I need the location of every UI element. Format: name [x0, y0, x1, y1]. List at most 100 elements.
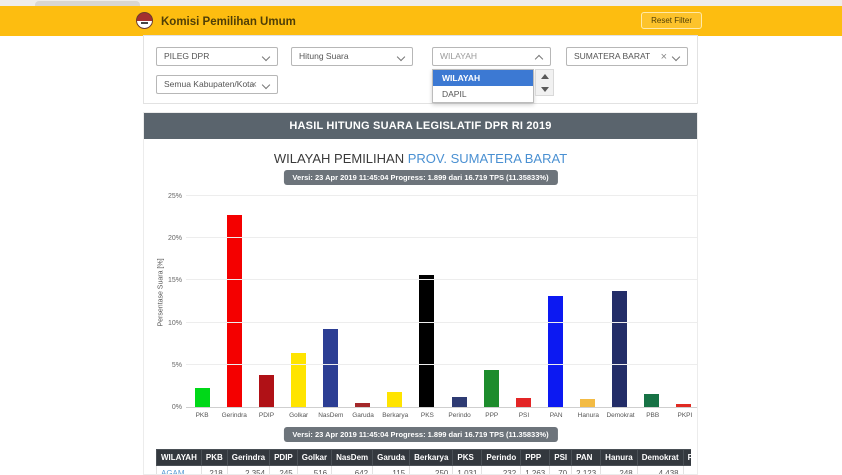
bar-pan[interactable] — [548, 296, 563, 407]
bar-slot — [282, 197, 314, 407]
table-header-pbb: PBB — [683, 450, 691, 466]
bar-garuda[interactable] — [355, 403, 370, 407]
version-badge-top: Versi: 23 Apr 2019 11:45:04 Progress: 1.… — [283, 170, 557, 185]
x-axis-label-pdip: PDIP — [250, 412, 282, 419]
results-table: WILAYAHPKBGerindraPDIPGolkarNasDemGaruda… — [156, 449, 691, 475]
table-cell: 245 — [270, 466, 298, 475]
chevron-down-icon — [672, 53, 680, 61]
bar-slot — [379, 197, 411, 407]
bar-pkpi[interactable] — [676, 404, 691, 407]
gridline — [186, 195, 698, 196]
chevron-up-icon — [535, 55, 543, 63]
hitung-suara-select[interactable]: Hitung Suara — [291, 47, 413, 66]
bar-demokrat[interactable] — [612, 291, 627, 407]
gridline — [186, 364, 698, 365]
scroll-down-icon[interactable] — [536, 83, 553, 96]
table-header-pdip: PDIP — [270, 450, 298, 466]
bar-slot — [250, 197, 282, 407]
table-row: AGAM2182.3542455166421152501.0312321.263… — [157, 466, 692, 475]
wilayah-link-agam[interactable]: AGAM — [161, 469, 185, 475]
wilayah-dropdown-list: WILAYAHDAPIL — [432, 69, 534, 103]
bar-golkar[interactable] — [291, 353, 306, 407]
filter-panel: PILEG DPR Hitung Suara WILAYAH SUMATERA … — [143, 35, 698, 104]
bar-pbb[interactable] — [644, 394, 659, 408]
table-header-pkb: PKB — [201, 450, 227, 466]
kabupaten-select[interactable]: Semua Kabupaten/Kota × — [156, 75, 278, 94]
table-cell: 168 — [683, 466, 691, 475]
wilayah-combobox-input[interactable]: WILAYAH — [432, 47, 551, 66]
bar-slot — [636, 197, 668, 407]
table-cell: 2.123 — [572, 466, 601, 475]
y-axis-tick: 5% — [152, 362, 182, 369]
subtitle: WILAYAH PEMILIHAN PROV. SUMATERA BARAT — [144, 151, 697, 166]
bar-slot — [604, 197, 636, 407]
y-axis-tick: 15% — [152, 277, 182, 284]
province-link[interactable]: PROV. SUMATERA BARAT — [408, 151, 567, 166]
bar-perindo[interactable] — [452, 397, 467, 407]
table-cell: 218 — [201, 466, 227, 475]
reset-filter-button[interactable]: Reset Filter — [641, 12, 702, 29]
bar-nasdem[interactable] — [323, 329, 338, 407]
table-cell: 115 — [373, 466, 410, 475]
chevron-down-icon — [262, 53, 270, 61]
bar-slot — [186, 197, 218, 407]
bar-gerindra[interactable] — [227, 215, 242, 407]
chevron-down-icon — [397, 53, 405, 61]
table-header-ppp: PPP — [521, 450, 550, 466]
bar-hanura[interactable] — [580, 399, 595, 407]
x-axis-label-psi: PSI — [508, 412, 540, 419]
chevron-down-icon — [262, 81, 270, 89]
scroll-up-icon[interactable] — [536, 70, 553, 83]
table-cell: 248 — [601, 466, 638, 475]
table-header-berkarya: Berkarya — [410, 450, 453, 466]
x-axis-label-pkb: PKB — [186, 412, 218, 419]
table-header-golkar: Golkar — [297, 450, 331, 466]
provinsi-select[interactable]: SUMATERA BARAT × — [566, 47, 688, 66]
kpu-logo-icon — [136, 12, 153, 29]
table-cell: 4.438 — [637, 466, 683, 475]
bar-slot — [539, 197, 571, 407]
y-axis-tick: 20% — [152, 235, 182, 242]
bar-pkb[interactable] — [195, 388, 210, 407]
bar-psi[interactable] — [516, 398, 531, 407]
dropdown-option-dapil[interactable]: DAPIL — [433, 86, 533, 102]
hitung-suara-select-value: Hitung Suara — [299, 51, 349, 61]
dropdown-option-wilayah[interactable]: WILAYAH — [433, 70, 533, 86]
subtitle-prefix: WILAYAH PEMILIHAN — [274, 151, 404, 166]
bar-slot — [315, 197, 347, 407]
bar-slot — [668, 197, 698, 407]
x-axis-labels: PKBGerindraPDIPGolkarNasDemGarudaBerkary… — [186, 412, 698, 419]
x-axis-label-ppp: PPP — [476, 412, 508, 419]
table-cell: 250 — [410, 466, 453, 475]
bar-slot — [475, 197, 507, 407]
pileg-select[interactable]: PILEG DPR — [156, 47, 278, 66]
gridline — [186, 279, 698, 280]
x-axis-label-gerindra: Gerindra — [218, 412, 250, 419]
results-panel: HASIL HITUNG SUARA LEGISLATIF DPR RI 201… — [143, 112, 698, 475]
x-axis-label-pks: PKS — [411, 412, 443, 419]
bar-slot — [572, 197, 604, 407]
bar-pks[interactable] — [419, 275, 434, 407]
x-axis-label-hanura: Hanura — [572, 412, 604, 419]
bar-slot — [507, 197, 539, 407]
wilayah-combobox-placeholder: WILAYAH — [440, 51, 477, 61]
kabupaten-select-value: Semua Kabupaten/Kota — [164, 79, 254, 89]
y-axis-tick: 25% — [152, 193, 182, 200]
table-cell: 516 — [297, 466, 331, 475]
bar-ppp[interactable] — [484, 370, 499, 407]
clear-icon[interactable]: × — [661, 49, 667, 66]
gridline — [186, 322, 698, 323]
table-header-wilayah: WILAYAH — [157, 450, 202, 466]
wilayah-dropdown-scrollbar[interactable] — [535, 69, 554, 96]
app-title: Komisi Pemilihan Umum — [161, 16, 296, 28]
table-header-nasdem: NasDem — [332, 450, 373, 466]
x-axis-label-perindo: Perindo — [444, 412, 476, 419]
x-axis-label-garuda: Garuda — [347, 412, 379, 419]
table-header-garuda: Garuda — [373, 450, 410, 466]
clear-icon[interactable]: × — [251, 77, 257, 94]
bar-berkarya[interactable] — [387, 392, 402, 407]
table-header-psi: PSI — [550, 450, 572, 466]
y-axis-title: Persentase Suara [%] — [158, 233, 165, 353]
bar-pdip[interactable] — [259, 375, 274, 407]
y-axis-tick: 10% — [152, 320, 182, 327]
